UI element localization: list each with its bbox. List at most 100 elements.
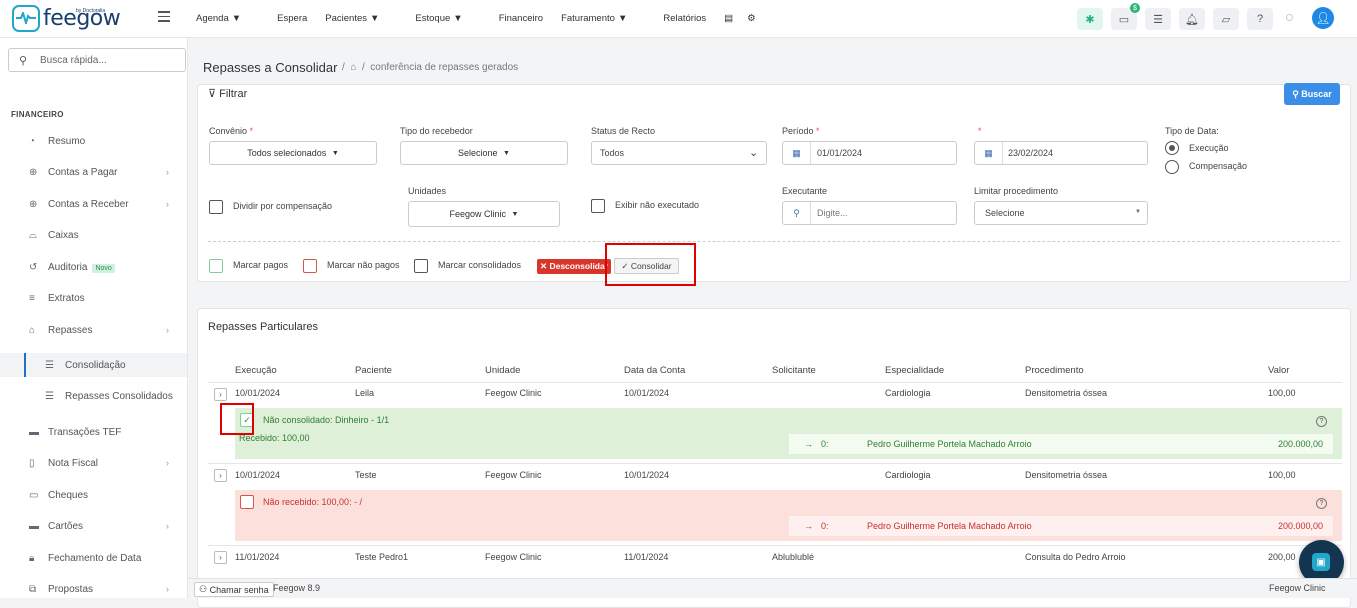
table-title: Repasses Particulares <box>208 321 319 333</box>
date-to-input[interactable]: ▦ 23/02/2024 <box>974 141 1148 165</box>
chamar-senha-label: Chamar senha <box>209 584 269 595</box>
sidebar-item-propostas[interactable]: ⧉ Propostas › <box>0 577 187 601</box>
search-button[interactable]: ⚲ Buscar <box>1284 83 1340 105</box>
sidebar-item-label: Nota Fiscal <box>48 457 99 469</box>
sidebar-item-label: Extratos <box>48 292 85 304</box>
sidebar-item-cheques[interactable]: ▭ Cheques <box>0 483 187 507</box>
user-avatar-icon[interactable]: 👤︎ <box>1312 7 1334 29</box>
col-solicitante: Solicitante <box>772 365 816 376</box>
exibir-label: Exibir não executado <box>615 200 700 210</box>
search-icon: ⚲ <box>19 55 28 67</box>
col-data-conta: Data da Conta <box>624 365 686 376</box>
marcar-pagos-checkbox[interactable] <box>209 259 223 273</box>
date-to-required: * <box>978 126 982 136</box>
radio-execucao[interactable] <box>1165 141 1179 155</box>
sidebar-item-repasses-consolidados[interactable]: ☰ Repasses Consolidados <box>0 384 187 408</box>
radio-compensacao[interactable] <box>1165 160 1179 174</box>
marcar-nao-pagos-label: Marcar não pagos <box>327 260 400 270</box>
expand-row-button[interactable]: › <box>214 469 227 482</box>
database-icon[interactable]: ▤ <box>724 13 733 24</box>
exibir-checkbox[interactable] <box>591 199 605 213</box>
periodo-label: Período * <box>782 126 820 136</box>
chevron-right-icon: › <box>166 167 169 177</box>
nav-pacientes[interactable]: Pacientes ▼ <box>325 13 397 24</box>
help-icon[interactable]: ? <box>1316 498 1327 509</box>
detail-consolidated-panel: ✓ Não consolidado: Dinheiro - 1/1 Recebi… <box>235 408 1342 459</box>
chevron-right-icon: › <box>166 458 169 468</box>
status-recto-select[interactable]: Todos ⌄ <box>591 141 767 165</box>
row-divider <box>208 545 1342 546</box>
nav-agenda[interactable]: Agenda ▼ <box>196 13 259 24</box>
cell-especialidade: Cardiologia <box>885 470 931 480</box>
cell-valor: 100,00 <box>1268 470 1296 480</box>
sidebar-item-repasses[interactable]: ⌂ Repasses › <box>0 318 187 342</box>
sidebar-item-label: Fechamento de Data <box>48 552 142 564</box>
pie-chart-icon: ◔ <box>29 135 36 147</box>
limitar-select[interactable]: Selecione ▼ <box>974 201 1148 225</box>
col-execucao: Execução <box>235 365 277 376</box>
marcar-pagos-label: Marcar pagos <box>233 260 289 270</box>
cell-data-conta: 10/01/2024 <box>624 388 670 398</box>
chevron-right-icon: › <box>166 325 169 335</box>
sidebar-item-contas-receber[interactable]: ⊕ Contas a Receber › <box>0 192 187 216</box>
search-icon: ⚲ <box>783 202 811 224</box>
sidebar-item-caixas[interactable]: ⌓ Caixas <box>0 223 187 247</box>
nav-estoque[interactable]: Estoque ▼ <box>415 13 480 24</box>
document-icon: ▯ <box>29 457 35 469</box>
search-placeholder: Busca rápida... <box>40 55 107 66</box>
sidebar-item-contas-pagar[interactable]: ⊕ Contas a Pagar › <box>0 160 187 184</box>
filter-icon: ⊽ <box>208 88 217 100</box>
feegow-logo[interactable]: feegow by Doctoralia <box>12 5 121 32</box>
list-check-icon: ☰ <box>45 359 54 371</box>
sidebar-item-resumo[interactable]: ◔ Resumo <box>0 129 187 153</box>
marcar-nao-pagos-checkbox[interactable] <box>303 259 317 273</box>
arrow-up-circle-icon: ⊕ <box>29 166 38 178</box>
help-icon[interactable]: ? <box>1247 8 1273 30</box>
expand-row-button[interactable]: › <box>214 551 227 564</box>
desconsolidar-button[interactable]: ✕ Desconsolidar <box>537 259 611 274</box>
header-divider <box>208 382 1342 383</box>
caret-down-icon: ▼ <box>1135 209 1141 215</box>
sidebar-item-cartoes[interactable]: ▬ Cartões › <box>0 514 187 538</box>
tipo-recebedor-select[interactable]: Selecione ▼ <box>400 141 568 165</box>
unidades-select[interactable]: Feegow Clinic ▼ <box>408 201 560 227</box>
sidebar-item-extratos[interactable]: ≡ Extratos <box>0 286 187 310</box>
sidebar-item-label: Cheques <box>48 489 89 501</box>
chevron-down-icon: ⌄ <box>749 147 759 159</box>
nav-financeiro[interactable]: Financeiro <box>499 13 543 24</box>
date-from-input[interactable]: ▦ 01/01/2024 <box>782 141 957 165</box>
sidebar-item-nota-fiscal[interactable]: ▯ Nota Fiscal › <box>0 451 187 475</box>
sidebar-item-consolidacao[interactable]: ☰ Consolidação <box>0 353 187 377</box>
col-unidade: Unidade <box>485 365 521 376</box>
menu-icon[interactable] <box>158 11 170 23</box>
sidebar-item-fechamento[interactable]: 🔒︎ Fechamento de Data <box>0 546 187 570</box>
list-icon[interactable]: ☰ <box>1145 8 1171 30</box>
asterisk-icon[interactable]: ✱ <box>1077 8 1103 30</box>
chamar-senha-button[interactable]: ⚇ Chamar senha <box>194 582 274 597</box>
sidebar-item-transacoes-tef[interactable]: ▬ Transações TEF <box>0 420 187 444</box>
bell-icon[interactable]: 🔔︎ <box>1179 8 1205 30</box>
executante-input[interactable]: ⚲ Digite... <box>782 201 957 225</box>
search-icon: ⚲ <box>1292 88 1299 99</box>
marcar-consolidados-checkbox[interactable] <box>414 259 428 273</box>
chevron-right-icon: › <box>166 521 169 531</box>
nav-relatorios[interactable]: Relatórios <box>663 13 706 24</box>
cheque-icon: ▭ <box>29 489 39 501</box>
people-icon: ⚇ <box>199 584 208 594</box>
quick-search-input[interactable]: ⚲ Busca rápida... <box>8 48 186 72</box>
arrow-right-icon: → <box>804 439 813 449</box>
detail-checkbox[interactable] <box>240 495 254 509</box>
convenio-select[interactable]: Todos selecionados ▼ <box>209 141 377 165</box>
sidebar-item-label: Caixas <box>48 229 79 241</box>
gear-icon[interactable]: ⚙ <box>747 13 756 24</box>
chat-icon[interactable]: ▱ <box>1213 8 1239 30</box>
sidebar-item-auditoria[interactable]: ↺ Auditoria Novo <box>0 255 187 279</box>
dividir-checkbox[interactable] <box>209 200 223 214</box>
cell-procedimento: Densitometria óssea <box>1025 388 1108 398</box>
nav-faturamento[interactable]: Faturamento ▼ <box>561 13 645 24</box>
col-procedimento: Procedimento <box>1025 365 1084 376</box>
help-icon[interactable]: ? <box>1316 416 1327 427</box>
nav-espera[interactable]: Espera <box>277 13 307 24</box>
expand-row-button[interactable]: › <box>214 388 227 401</box>
cell-procedimento: Densitometria óssea <box>1025 470 1108 480</box>
